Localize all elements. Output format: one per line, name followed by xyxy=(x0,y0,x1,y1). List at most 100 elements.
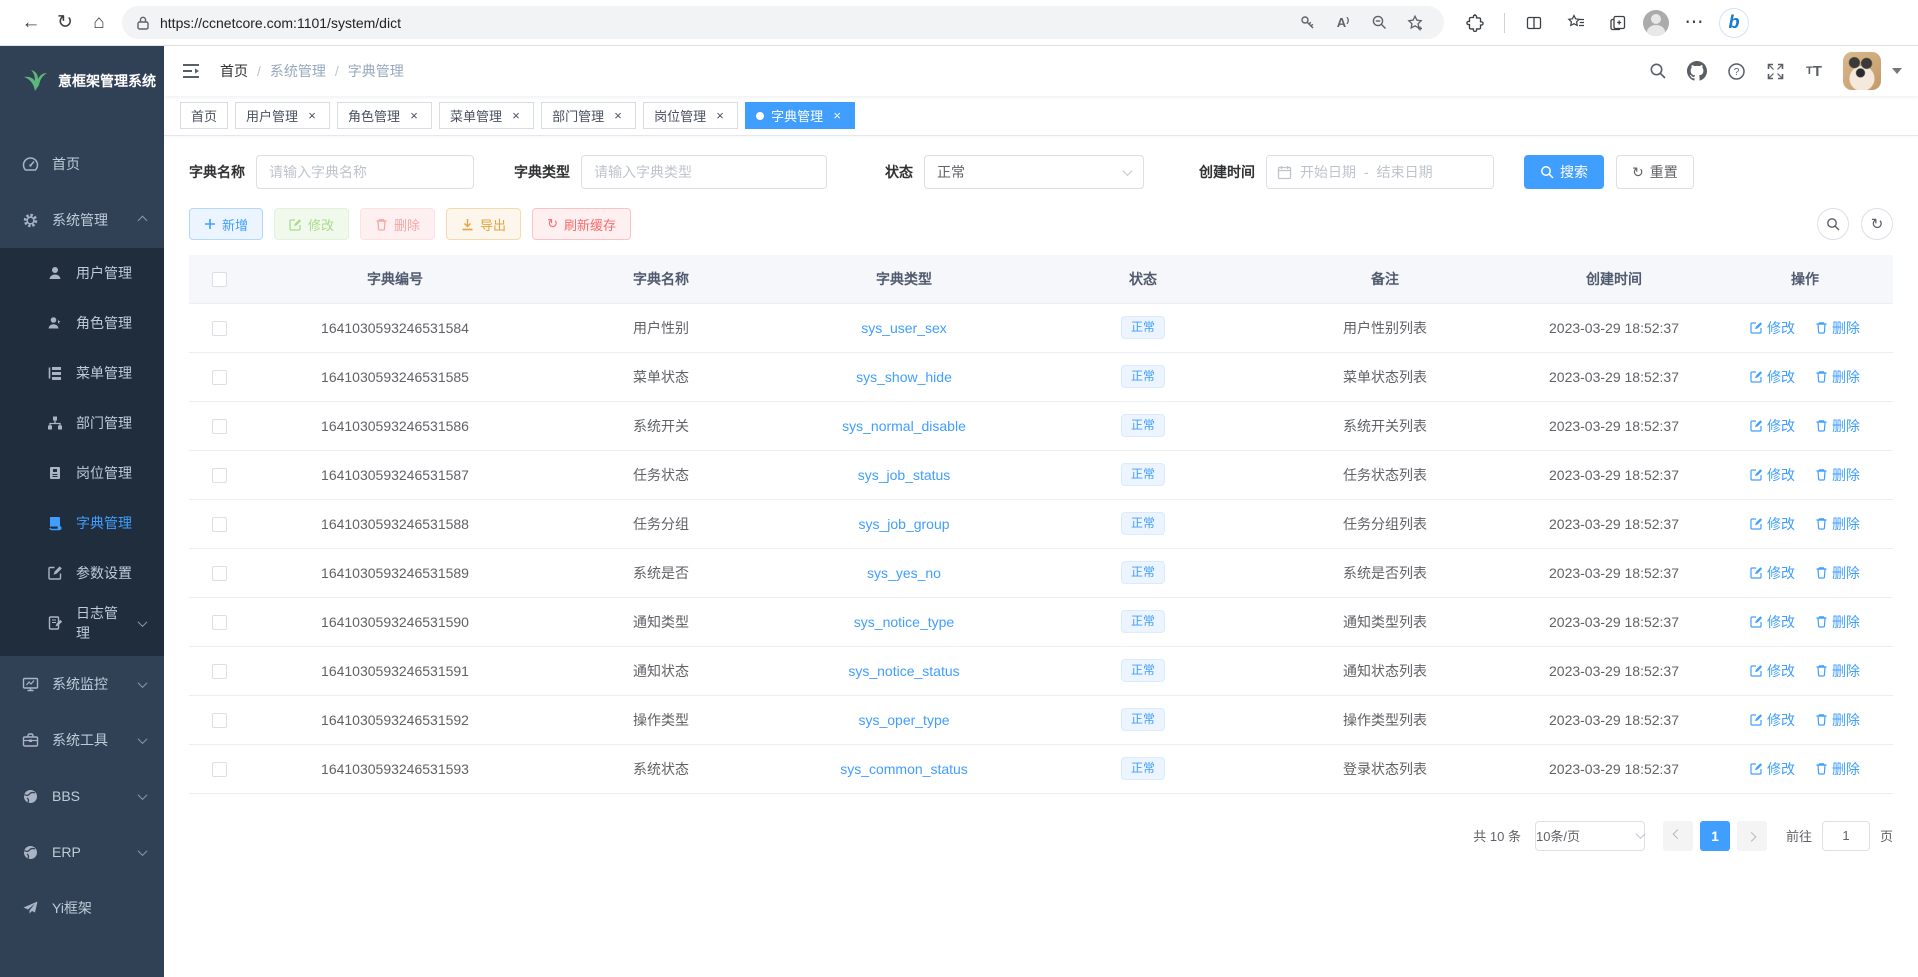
dict-type-link[interactable]: sys_user_sex xyxy=(861,320,947,336)
row-checkbox[interactable] xyxy=(212,762,227,777)
delete-button[interactable]: 删除 xyxy=(360,208,435,240)
row-checkbox[interactable] xyxy=(212,419,227,434)
browser-more-icon[interactable]: ⋯ xyxy=(1677,6,1711,40)
dict-type-link[interactable]: sys_normal_disable xyxy=(842,418,966,434)
zoom-out-icon[interactable] xyxy=(1364,8,1394,38)
browser-back-icon[interactable]: ← xyxy=(14,6,48,40)
browser-refresh-icon[interactable]: ↻ xyxy=(48,6,82,40)
select-all-checkbox[interactable] xyxy=(212,272,227,287)
row-edit-link[interactable]: 修改 xyxy=(1750,318,1795,338)
row-checkbox[interactable] xyxy=(212,321,227,336)
row-delete-link[interactable]: 删除 xyxy=(1815,759,1860,779)
password-key-icon[interactable] xyxy=(1292,8,1322,38)
github-icon[interactable] xyxy=(1687,61,1707,81)
row-checkbox[interactable] xyxy=(212,615,227,630)
dict-name-input[interactable] xyxy=(256,155,474,189)
row-edit-link[interactable]: 修改 xyxy=(1750,563,1795,583)
export-button[interactable]: 导出 xyxy=(446,208,521,240)
split-screen-icon[interactable] xyxy=(1517,6,1551,40)
sidebar-item-system-tools[interactable]: 系统工具 xyxy=(0,712,164,768)
page-1-button[interactable]: 1 xyxy=(1700,821,1730,851)
dict-type-input[interactable] xyxy=(581,155,827,189)
goto-page-input[interactable] xyxy=(1822,821,1870,851)
row-delete-link[interactable]: 删除 xyxy=(1815,367,1860,387)
dict-type-link[interactable]: sys_oper_type xyxy=(858,712,949,728)
dict-type-link[interactable]: sys_notice_type xyxy=(854,614,954,630)
tab-dept-mgmt[interactable]: 部门管理 xyxy=(541,102,636,129)
bing-chat-icon[interactable]: b xyxy=(1719,8,1749,38)
sidebar-item-menu-mgmt[interactable]: 菜单管理 xyxy=(0,348,164,398)
row-edit-link[interactable]: 修改 xyxy=(1750,514,1795,534)
row-edit-link[interactable]: 修改 xyxy=(1750,759,1795,779)
close-icon[interactable] xyxy=(713,109,727,123)
dict-type-link[interactable]: sys_common_status xyxy=(840,761,968,777)
tab-role-mgmt[interactable]: 角色管理 xyxy=(337,102,432,129)
browser-home-icon[interactable]: ⌂ xyxy=(82,6,116,40)
row-checkbox[interactable] xyxy=(212,517,227,532)
app-logo[interactable]: 意框架管理系统 xyxy=(0,46,164,116)
close-icon[interactable] xyxy=(611,109,625,123)
tab-menu-mgmt[interactable]: 菜单管理 xyxy=(439,102,534,129)
sidebar-item-role-mgmt[interactable]: 角色管理 xyxy=(0,298,164,348)
tab-home[interactable]: 首页 xyxy=(180,102,228,129)
row-delete-link[interactable]: 删除 xyxy=(1815,710,1860,730)
row-edit-link[interactable]: 修改 xyxy=(1750,465,1795,485)
search-button[interactable]: 搜索 xyxy=(1524,155,1604,189)
tab-post-mgmt[interactable]: 岗位管理 xyxy=(643,102,738,129)
header-search-icon[interactable] xyxy=(1648,61,1668,81)
status-select[interactable]: 正常 xyxy=(924,155,1144,189)
favorites-icon[interactable] xyxy=(1559,6,1593,40)
row-checkbox[interactable] xyxy=(212,664,227,679)
row-checkbox[interactable] xyxy=(212,468,227,483)
sidebar-item-bbs[interactable]: BBS xyxy=(0,768,164,824)
row-delete-link[interactable]: 删除 xyxy=(1815,465,1860,485)
row-edit-link[interactable]: 修改 xyxy=(1750,612,1795,632)
date-range-picker[interactable]: 开始日期 - 结束日期 xyxy=(1266,155,1494,189)
sidebar-item-dept-mgmt[interactable]: 部门管理 xyxy=(0,398,164,448)
row-checkbox[interactable] xyxy=(212,566,227,581)
user-avatar[interactable] xyxy=(1843,52,1881,90)
sidebar-item-system-mgmt[interactable]: 系统管理 xyxy=(0,192,164,248)
refresh-table-icon[interactable]: ↻ xyxy=(1861,208,1893,240)
page-size-select[interactable]: 10条/页 xyxy=(1535,821,1645,851)
refresh-cache-button[interactable]: ↻ 刷新缓存 xyxy=(532,208,631,240)
next-page-button[interactable] xyxy=(1737,821,1767,851)
row-checkbox[interactable] xyxy=(212,370,227,385)
edit-button[interactable]: 修改 xyxy=(274,208,349,240)
browser-profile-avatar[interactable] xyxy=(1643,10,1669,36)
row-delete-link[interactable]: 删除 xyxy=(1815,416,1860,436)
tab-user-mgmt[interactable]: 用户管理 xyxy=(235,102,330,129)
sidebar-item-home[interactable]: 首页 xyxy=(0,136,164,192)
row-edit-link[interactable]: 修改 xyxy=(1750,416,1795,436)
close-icon[interactable] xyxy=(830,109,844,123)
row-delete-link[interactable]: 删除 xyxy=(1815,612,1860,632)
reset-button[interactable]: ↻ 重置 xyxy=(1616,155,1694,189)
breadcrumb-home[interactable]: 首页 xyxy=(220,61,248,81)
row-edit-link[interactable]: 修改 xyxy=(1750,710,1795,730)
sidebar-item-system-monitor[interactable]: 系统监控 xyxy=(0,656,164,712)
dict-type-link[interactable]: sys_job_group xyxy=(858,516,949,532)
read-aloud-icon[interactable]: A⁾ xyxy=(1328,8,1358,38)
close-icon[interactable] xyxy=(407,109,421,123)
font-size-icon[interactable]: TT xyxy=(1804,61,1824,81)
help-icon[interactable]: ? xyxy=(1726,61,1746,81)
breadcrumb-system-mgmt[interactable]: 系统管理 xyxy=(270,61,326,81)
row-edit-link[interactable]: 修改 xyxy=(1750,661,1795,681)
fullscreen-icon[interactable] xyxy=(1765,61,1785,81)
sidebar-item-erp[interactable]: ERP xyxy=(0,824,164,880)
dict-type-link[interactable]: sys_yes_no xyxy=(867,565,941,581)
extensions-icon[interactable] xyxy=(1458,6,1492,40)
prev-page-button[interactable] xyxy=(1663,821,1693,851)
dict-type-link[interactable]: sys_job_status xyxy=(858,467,951,483)
close-icon[interactable] xyxy=(305,109,319,123)
row-delete-link[interactable]: 删除 xyxy=(1815,514,1860,534)
sidebar-item-post-mgmt[interactable]: 岗位管理 xyxy=(0,448,164,498)
avatar-caret-icon[interactable] xyxy=(1892,68,1902,74)
tab-dict-mgmt[interactable]: 字典管理 xyxy=(745,102,855,129)
row-delete-link[interactable]: 删除 xyxy=(1815,318,1860,338)
address-bar[interactable]: https://ccnetcore.com:1101/system/dict A… xyxy=(122,6,1444,39)
sidebar-item-yi-framework[interactable]: Yi框架 xyxy=(0,880,164,936)
row-delete-link[interactable]: 删除 xyxy=(1815,563,1860,583)
dict-type-link[interactable]: sys_notice_status xyxy=(848,663,959,679)
row-delete-link[interactable]: 删除 xyxy=(1815,661,1860,681)
